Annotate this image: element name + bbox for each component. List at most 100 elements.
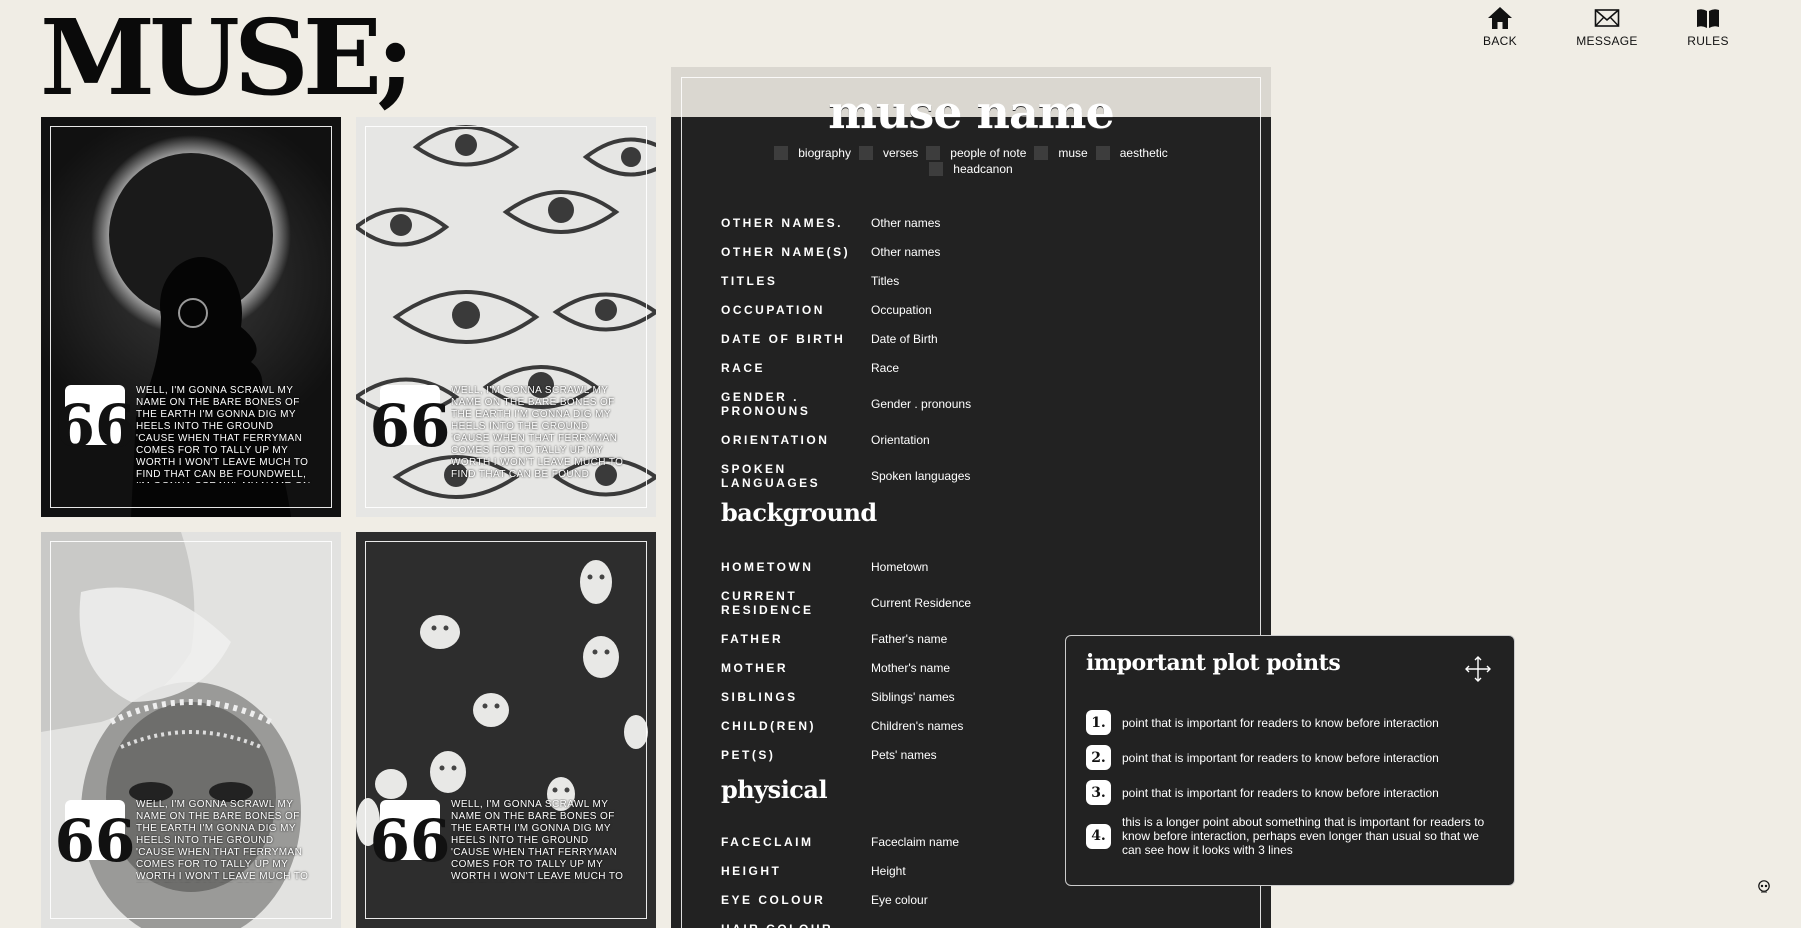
info-value: Spoken languages [871,468,971,483]
profile-tabs: biography verses people of note muse aes… [751,146,1191,176]
quote-icon: 66 [55,800,135,870]
info-key: OTHER NAMES. [721,215,844,230]
gallery-card: 66 WELL, I'M GONNA SCRAWL MY NAME ON THE… [41,532,341,928]
quote-icon: 66 [55,385,135,455]
info-value: Mother's name [871,660,950,675]
info-value: Faceclaim name [871,834,960,849]
info-row: TITLES Titles [721,266,1241,295]
tab-headcanon[interactable]: headcanon [929,162,1013,176]
tab-biography[interactable]: biography [774,146,851,160]
info-row: HOMETOWN Hometown [721,552,1241,581]
info-row: SPOKEN LANGUAGES Spoken languages [721,454,1241,497]
plot-point-text: this is a longer point about something t… [1122,815,1485,857]
rules-label: RULES [1687,34,1729,48]
tab-label: headcanon [953,162,1013,176]
move-icon[interactable] [1465,656,1491,682]
home-icon [1488,7,1512,29]
tab-label: muse [1058,146,1088,160]
info-value: Current Residence [871,595,972,610]
info-value: Other names [871,244,941,259]
info-key: CHILD(REN) [721,718,816,733]
info-value: Other names [871,215,941,230]
gallery-card: 66 WELL, I'M GONNA SCRAWL MY NAME ON THE… [356,117,656,517]
tab-checkbox[interactable] [774,146,789,160]
tab-label: verses [882,146,919,160]
tab-checkbox[interactable] [1095,146,1110,160]
tab-muse[interactable]: muse [1034,146,1088,160]
background-section-title: background [721,498,877,527]
info-value: Race [871,360,900,375]
plot-point-item: 4. this is a longer point about somethin… [1086,815,1496,857]
plot-points-title: important plot points [1086,650,1341,676]
info-key: OTHER NAME(S) [721,244,851,259]
tab-aesthetic[interactable]: aesthetic [1095,146,1168,160]
tab-verses[interactable]: verses [858,146,919,160]
tab-checkbox[interactable] [858,146,873,160]
info-key: EYE COLOUR [721,892,826,907]
plot-point-number: 3. [1086,780,1111,805]
muse-name-title: muse name [828,85,1115,139]
info-row: OTHER NAME(S) Other names [721,237,1241,266]
tab-checkbox[interactable] [1034,146,1049,160]
plot-point-item: 2. point that is important for readers t… [1086,745,1496,770]
plot-point-text: point that is important for readers to k… [1122,715,1439,730]
info-key: ORIENTATION [721,432,830,447]
plot-point-item: 3. point that is important for readers t… [1086,780,1496,805]
info-value: Orientation [871,432,930,447]
info-row: HAIR COLOUR [721,914,1241,928]
info-key: MOTHER [721,660,788,675]
plot-points-list: 1. point that is important for readers t… [1086,710,1496,867]
message-button[interactable]: MESSAGE [1552,6,1662,48]
info-value: Date of Birth [871,331,938,346]
info-key: FATHER [721,631,784,646]
plot-point-text: point that is important for readers to k… [1122,785,1439,800]
info-row: OCCUPATION Occupation [721,295,1241,324]
info-key: FACECLAIM [721,834,814,849]
info-row: GENDER . PRONOUNS Gender . pronouns [721,382,1241,425]
info-row: ORIENTATION Orientation [721,425,1241,454]
info-value: Gender . pronouns [871,396,972,411]
info-key: RACE [721,360,766,375]
info-value: Eye colour [871,892,928,907]
plot-point-text: point that is important for readers to k… [1122,750,1439,765]
book-icon [1697,9,1719,28]
basics-list: OTHER NAMES. Other names OTHER NAME(S) Oth… [721,208,1241,497]
quote-icon: 66 [370,800,450,870]
plot-point-number: 2. [1086,745,1111,770]
info-row: DATE OF BIRTH Date of Birth [721,324,1241,353]
info-key: HAIR COLOUR [721,922,871,928]
tab-label: aesthetic [1119,146,1168,160]
info-row: CURRENT RESIDENCE Current Residence [721,581,1241,624]
quote-text: WELL, I'M GONNA SCRAWL MY NAME ON THE BA… [136,799,309,882]
info-key: PET(S) [721,747,776,762]
message-label: MESSAGE [1576,34,1638,48]
info-row: RACE Race [721,353,1241,382]
rules-button[interactable]: RULES [1658,6,1758,48]
skull-icon[interactable] [1757,880,1771,894]
envelope-icon [1594,9,1620,27]
tab-checkbox[interactable] [926,146,941,160]
info-value: Father's name [871,631,948,646]
plot-point-item: 1. point that is important for readers t… [1086,710,1496,735]
info-value: Height [871,863,906,878]
info-key: SPOKEN LANGUAGES [721,461,821,490]
info-key: HOMETOWN [721,559,814,574]
plot-point-number: 1. [1086,710,1111,735]
plot-points-panel[interactable]: important plot points 1. point that is i… [1065,635,1515,886]
tab-people-of-note[interactable]: people of note [926,146,1026,160]
quote-text: WELL, I'M GONNA SCRAWL MY NAME ON THE BA… [136,385,310,483]
tab-checkbox[interactable] [929,162,944,176]
plot-point-number: 4. [1086,823,1111,849]
info-value: Siblings' names [871,689,955,704]
site-logo: MUSE; [40,0,415,119]
back-label: BACK [1483,34,1517,48]
gallery-card: 66 WELL, I'M GONNA SCRAWL MY NAME ON THE… [41,117,341,517]
info-key: TITLES [721,273,778,288]
info-value: Occupation [871,302,932,317]
quote-icon: 66 [370,385,450,455]
info-row: EYE COLOUR Eye colour [721,885,1241,914]
info-key: GENDER . PRONOUNS [721,389,811,418]
info-value: Hometown [871,559,929,574]
quote-text: WELL, I'M GONNA SCRAWL MY NAME ON THE BA… [451,799,624,882]
back-button[interactable]: BACK [1460,6,1540,48]
